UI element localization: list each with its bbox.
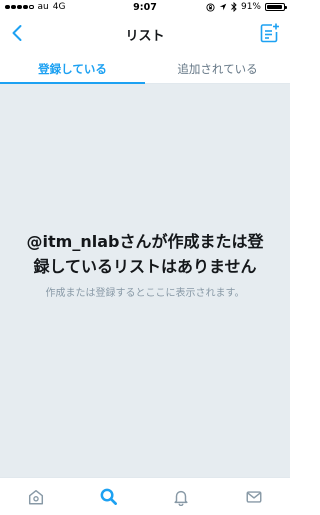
notifications-icon (174, 490, 188, 506)
bottom-tab-bar (0, 477, 290, 515)
notifications-tab[interactable] (166, 482, 196, 512)
battery-level (267, 5, 282, 9)
empty-state: @itm_nlabさんが作成または登録しているリストはありません 作成または登録… (20, 229, 270, 299)
list-content-area: @itm_nlabさんが作成または登録しているリストはありません 作成または登録… (0, 84, 290, 477)
battery-percent: 91% (240, 2, 261, 12)
search-tab[interactable] (94, 482, 124, 512)
orientation-lock-icon (206, 2, 215, 12)
status-bar-right: 91% (206, 2, 287, 12)
location-icon (219, 3, 227, 11)
tab-member-of[interactable]: 追加されている (145, 50, 290, 83)
home-tab[interactable] (21, 482, 51, 512)
list-tabs: 登録している 追加されている (0, 50, 290, 84)
messages-tab[interactable] (239, 482, 269, 512)
battery-icon (265, 3, 287, 11)
tab-subscribed[interactable]: 登録している (0, 50, 145, 84)
empty-state-title: @itm_nlabさんが作成または登録しているリストはありません (26, 232, 264, 276)
navigation-bar: リスト (0, 16, 290, 50)
compose-list-icon (260, 23, 279, 43)
empty-state-subtitle: 作成または登録するとここに表示されます。 (45, 288, 245, 299)
search-icon (100, 488, 118, 505)
page-title: リスト (125, 29, 165, 44)
status-bar: au 4G 9:07 91% (0, 0, 290, 16)
home-icon (29, 489, 44, 504)
bluetooth-icon (231, 2, 237, 12)
create-list-button[interactable] (259, 22, 281, 44)
messages-icon (246, 490, 262, 503)
